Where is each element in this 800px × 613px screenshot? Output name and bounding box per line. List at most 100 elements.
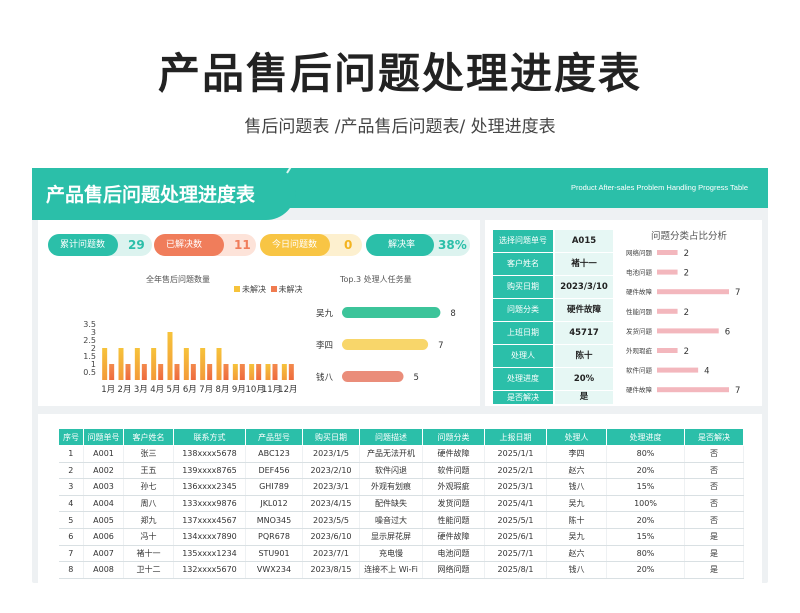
table-header-cell[interactable]: 问题描述 (359, 428, 423, 446)
legend-label-1: 未解决 (242, 285, 266, 294)
lookup-key: 选择问题单号 (493, 230, 553, 252)
table-cell: 136xxxx2345 (173, 478, 246, 496)
table-row[interactable]: 6 A006 冯十 134xxxx7890 PQR678 2023/6/10 显示屏花屏 硬件… (58, 528, 744, 546)
table-header-cell[interactable]: 处理进度 (606, 428, 685, 446)
x-tick-label: 9月 (232, 385, 246, 395)
table-row[interactable]: 7 A007 褚十一 135xxxx1234 STU901 2023/7/1 充电慢 电池问题… (58, 545, 744, 563)
table-header-cell[interactable]: 产品型号 (245, 428, 303, 446)
category-value-label: 6 (725, 327, 730, 337)
category-bar (657, 250, 678, 255)
table-cell: A006 (83, 528, 124, 546)
table-row[interactable]: 2 A002 王五 139xxxx8765 DEF456 2023/2/10 软件闪退 软件问… (58, 462, 744, 480)
bar-series-1 (265, 364, 271, 380)
stat-total-label: 累计问题数 (48, 234, 118, 256)
table-cell: 显示屏花屏 (359, 528, 423, 546)
page-subtitle: 售后问题表 /产品售后问题表/ 处理进度表 (244, 117, 556, 137)
table-cell: 2023/2/10 (302, 462, 360, 480)
table-cell: 充电慢 (359, 545, 423, 563)
category-label: 外观瑕疵 (626, 346, 653, 355)
table-cell: 赵六 (546, 545, 607, 563)
table-cell: 1 (58, 445, 84, 463)
lookup-row-issue-no: 选择问题单号 A015 (493, 230, 613, 252)
top3-value-label: 5 (414, 373, 419, 383)
table-row[interactable]: 3 A003 孙七 136xxxx2345 GHI789 2023/3/1 外观有划痕 外观瑕… (58, 478, 744, 496)
table-cell: 2023/4/15 (302, 495, 360, 513)
table-cell: 冯十 (123, 528, 174, 546)
category-bar-chart: 网络问题 2 电池问题 2 硬件故障 7 性能问题 2 发货问题 6 外观瑕疵 2 软件问题 4 硬件故障 7 (626, 248, 740, 396)
table-cell: 2025/2/1 (484, 462, 547, 480)
category-label: 电池问题 (626, 268, 653, 277)
table-cell: ABC123 (245, 445, 303, 463)
bar-series-2 (256, 364, 262, 380)
category-value-label: 2 (684, 249, 689, 259)
top3-value-label: 7 (438, 341, 443, 351)
table-cell: 发货问题 (422, 495, 485, 513)
table-header-cell[interactable]: 购买日期 (302, 428, 360, 446)
table-header-cell[interactable]: 问题单号 (83, 428, 124, 446)
table-header-cell[interactable]: 处理人 (546, 428, 607, 446)
category-bar (657, 269, 678, 275)
bar-series-2 (239, 364, 245, 380)
table-row[interactable]: 4 A004 周八 133xxxx9876 JKL012 2023/4/15 配件缺失 发货问… (58, 495, 744, 513)
bar-series-2 (141, 364, 147, 380)
table-cell: 80% (606, 445, 685, 463)
table-row[interactable]: 1 A001 张三 138xxxx5678 ABC123 2023/1/5 产品无法开机 硬件… (58, 445, 744, 463)
stat-rate-value: 38% (438, 238, 467, 252)
category-chart-title: 问题分类占比分析 (651, 231, 728, 242)
table-cell: 陈十 (546, 511, 607, 529)
category-label: 硬件故障 (626, 287, 653, 296)
table-cell: 8 (58, 561, 84, 579)
table-header-cell[interactable]: 是否解决 (684, 428, 744, 446)
x-tick-label: 2月 (118, 385, 132, 395)
table-cell: 20% (606, 511, 685, 529)
table-cell: 噪音过大 (359, 511, 423, 529)
category-bar (657, 328, 719, 334)
table-cell: 郑九 (123, 511, 174, 529)
category-value-label: 2 (684, 308, 689, 318)
top3-chart-title: Top.3 处理人任务量 (340, 275, 412, 284)
table-cell: 3 (58, 478, 84, 496)
table-header-cell[interactable]: 联系方式 (173, 428, 246, 446)
table-cell: 138xxxx5678 (173, 445, 246, 463)
table-header-cell[interactable]: 上报日期 (484, 428, 547, 446)
table-header-cell[interactable]: 客户姓名 (123, 428, 174, 446)
table-cell: 2025/1/1 (484, 445, 547, 463)
lookup-key: 处理人 (493, 345, 553, 367)
table-cell: 王五 (123, 462, 174, 480)
bar-series-1 (102, 348, 108, 380)
table-cell: 6 (58, 528, 84, 546)
table-cell: 连接不上 Wi-Fi (359, 561, 423, 579)
table-cell: A002 (83, 462, 124, 480)
table-row[interactable]: 5 A005 郑九 137xxxx4567 MNO345 2023/5/5 噪音过大 性能问题… (58, 511, 744, 529)
x-tick-label: 1月 (101, 385, 115, 395)
bar-series-2 (109, 364, 115, 380)
lookup-row: 问题分类 硬件故障 (493, 299, 613, 321)
y-tick-label: 1 (91, 360, 96, 369)
bar-series-1 (151, 348, 157, 380)
table-cell: STU901 (245, 545, 303, 563)
table-cell: 卫十二 (123, 561, 174, 579)
stat-today-label: 今日问题数 (260, 234, 330, 256)
table-header-cell[interactable]: 问题分类 (422, 428, 485, 446)
table-cell: 周八 (123, 495, 174, 513)
table-cell: A007 (83, 545, 124, 563)
table-header-cell[interactable]: 序号 (58, 428, 84, 446)
category-value-label: 4 (704, 367, 709, 377)
table-cell: 139xxxx8765 (173, 462, 246, 480)
lookup-card: 选择问题单号 A015 客户姓名 褚十一 购买日期 2023/3/10 问题分类 硬件故… (485, 220, 762, 406)
lookup-value: 陈十 (555, 345, 613, 367)
top3-bar (342, 371, 404, 382)
table-cell: VWX234 (245, 561, 303, 579)
lookup-issue-no-select[interactable]: A015 (555, 230, 613, 252)
category-label: 网络问题 (626, 248, 653, 257)
table-row[interactable]: 8 A008 卫十二 132xxxx5670 VWX234 2023/8/15 连接不上 W… (58, 561, 744, 579)
summary-card: 累计问题数 29 已解决数 11 今日问题数 0 解决率 38% 全年售后问题数… (38, 220, 480, 406)
table-cell: 钱八 (546, 478, 607, 496)
table-cell: 100% (606, 495, 685, 513)
table-cell: 钱八 (546, 561, 607, 579)
table-cell: 2023/3/1 (302, 478, 360, 496)
stat-total-value: 29 (128, 238, 145, 252)
table-cell: 吴九 (546, 495, 607, 513)
dashboard-sheet: 产品售后问题处理进度表 Product After-sales Problem … (32, 131, 768, 583)
category-value-label: 2 (684, 269, 689, 279)
